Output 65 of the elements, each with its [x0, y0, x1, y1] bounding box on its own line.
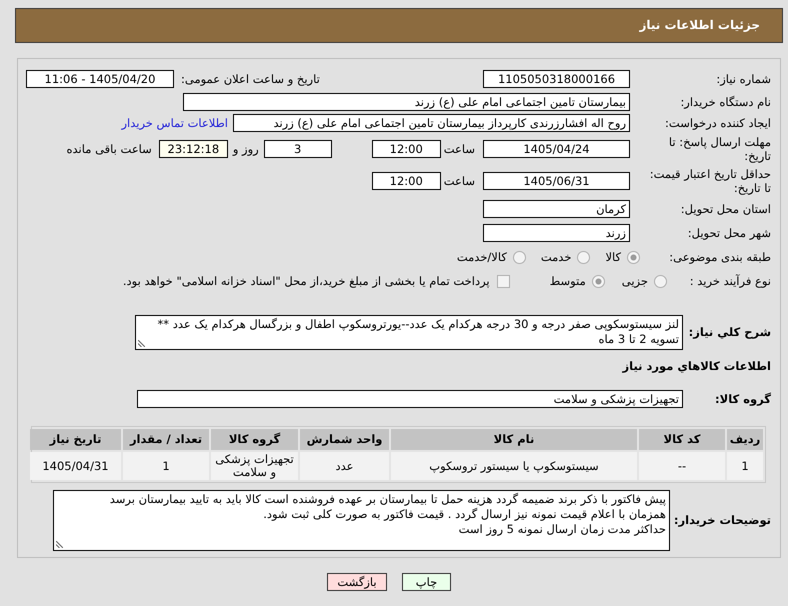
remaining-time-field[interactable]: 23:12:18 — [158, 140, 228, 158]
radio-button[interactable] — [512, 250, 526, 264]
deadline-time-field[interactable]: 12:00 — [372, 140, 441, 158]
days-label: روز و — [232, 142, 259, 156]
option-label: متوسط — [550, 274, 586, 288]
description-label: شرح کلي نياز: — [688, 325, 771, 340]
validity-time-field[interactable]: 12:00 — [372, 172, 441, 190]
option-label: جزیی — [622, 274, 648, 288]
delivery-city-label: شهر محل تحویل: — [688, 226, 771, 240]
section-title: اطلاعات کالاهاي مورد نياز — [622, 359, 771, 375]
price-validity-label: حداقل تاریخ اعتبار قیمت: تا تاریخ: — [650, 166, 771, 195]
option-label: کالا — [605, 250, 621, 264]
table-cell: 1 — [727, 452, 763, 480]
radio-button[interactable] — [654, 274, 667, 288]
goods-group-label: گروه کالا: — [715, 392, 771, 406]
delivery-province-field[interactable]: کرمان — [483, 200, 630, 218]
column-header: نام کالا — [391, 429, 637, 450]
column-header: ردیف — [727, 429, 763, 450]
table-cell: سیستوسکوپ یا سیستور تروسکوپ — [391, 452, 637, 480]
table-cell: عدد — [300, 452, 389, 480]
back-button[interactable]: بازگشت — [327, 573, 387, 591]
table-cell: 1 — [123, 452, 209, 480]
delivery-city-field[interactable]: زرند — [483, 224, 630, 242]
option-label: کالا/خدمت — [456, 250, 507, 264]
time-label: ساعت — [444, 142, 475, 156]
treasury-payment-label: پرداخت تمام یا بخشی از مبلغ خرید،از محل "اسناد خزانه اسلامی" خواهد بود. — [122, 274, 490, 288]
column-header: واحد شمارش — [300, 429, 389, 450]
radio-button[interactable] — [592, 274, 605, 288]
requester-label: ایجاد کننده درخواست: — [665, 116, 771, 130]
buyer-organization-field[interactable]: بیمارستان تامین اجتماعی امام علی (ع) زرند — [183, 93, 630, 111]
buyer-notes-label: توضیحات خریدار: — [674, 513, 771, 528]
time-label: ساعت — [444, 174, 475, 188]
need-number-field[interactable]: 1105050318000166 — [483, 70, 630, 88]
column-header: تاریخ نیاز — [30, 429, 121, 450]
radio-button[interactable] — [627, 250, 640, 264]
remaining-days-field[interactable]: 3 — [264, 140, 332, 158]
delivery-province-label: استان محل تحویل: — [680, 202, 771, 216]
print-button[interactable]: چاپ — [402, 573, 451, 591]
column-header: کد کالا — [639, 429, 725, 450]
announcement-date-field[interactable]: 1405/04/20 - 11:06 — [26, 70, 174, 88]
page-title: جزئیات اطلاعات نیاز — [639, 18, 760, 33]
description-field[interactable]: لنز سیستوسکوپی صفر درجه و 30 درجه هرکدام یک عدد--یورتروسکوپ اطفال و بزرگسال هرکدام یک عدد ** تسویه 2 تا 3 ماه — [135, 315, 683, 350]
deadline-date-field[interactable]: 1405/04/24 — [483, 140, 630, 158]
table-cell: تجهیزات پزشکی و سلامت — [211, 452, 298, 480]
option-label: خدمت — [540, 250, 572, 264]
buyer-organization-label: نام دستگاه خریدار: — [680, 94, 771, 109]
announcement-date-label: تاریخ و ساعت اعلان عمومی: — [181, 72, 320, 86]
validity-date-field[interactable]: 1405/06/31 — [483, 172, 630, 190]
need-number-label: شماره نیاز: — [716, 72, 771, 86]
purchase-process-label: نوع فرآیند خرید : — [690, 274, 771, 288]
remaining-time-label: ساعت باقی مانده — [66, 142, 152, 156]
buyer-contact-link[interactable]: اطلاعات تماس خریدار — [121, 116, 228, 130]
resize-grip-icon[interactable] — [56, 541, 63, 548]
subject-category-label: طبقه بندی موضوعی: — [669, 250, 771, 264]
requester-field[interactable]: روح اله افشارزرندی کارپرداز بیمارستان تامین اجتماعی امام علی (ع) زرند — [233, 114, 630, 132]
buyer-notes-field[interactable]: پیش فاکتور با ذکر برند ضمیمه گردد هزینه حمل تا بیمارستان بر عهده فروشنده است کالا باید به تایید بیمارستان برسد همزمان با اعلام قیمت نمونه نیز ارسال گردد . قیمت فاکتور به صورت کلی ثبت شود. حداکثر مدت زمان ارسال نمونه 5 روز است — [53, 490, 670, 551]
radio-button[interactable] — [577, 250, 590, 264]
column-header: تعداد / مقدار — [123, 429, 209, 450]
goods-group-field[interactable]: تجهیزات پزشکی و سلامت — [137, 390, 683, 408]
table-cell: -- — [639, 452, 725, 480]
table-cell: 1405/04/31 — [30, 452, 121, 480]
response-deadline-label: مهلت ارسال پاسخ: تا تاریخ: — [668, 134, 771, 163]
resize-grip-icon[interactable] — [138, 340, 145, 347]
column-header: گروه کالا — [211, 429, 298, 450]
checkbox[interactable] — [496, 274, 510, 288]
